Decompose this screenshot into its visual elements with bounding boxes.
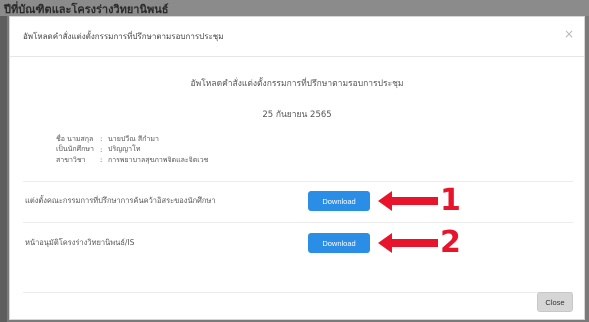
red-arrow-icon — [378, 233, 438, 253]
divider — [23, 181, 573, 182]
info-row-level: เป็นนักศึกษา : ปริญญาโท — [56, 145, 208, 156]
close-icon[interactable]: × — [564, 27, 574, 41]
red-arrow-icon — [378, 191, 438, 211]
upload-order-modal: อัพโหลดคำสั่งแต่งตั้งกรรมการที่ปรึกษาตาม… — [9, 16, 585, 320]
download-button-proposal-approval[interactable]: Download — [308, 233, 370, 253]
info-separator: : — [100, 145, 103, 154]
modal-header: อัพโหลดคำสั่งแต่งตั้งกรรมการที่ปรึกษาตาม… — [10, 17, 584, 57]
student-info: ชื่อ นามสกุล : นายปวีณ สีกำมา เป็นนักศึก… — [56, 134, 208, 166]
content-title: อัพโหลดคำสั่งแต่งตั้งกรรมการที่ปรึกษาตาม… — [190, 79, 404, 89]
info-separator: : — [100, 156, 103, 165]
info-label: เป็นนักศึกษา — [56, 145, 94, 154]
meeting-date: 25 กันยายน 2565 — [262, 110, 332, 120]
close-button[interactable]: Close — [537, 292, 573, 312]
info-row-major: สาขาวิชา : การพยาบาลสุขภาพจิตและจิตเวช — [56, 155, 208, 166]
info-label: ชื่อ นามสกุล — [56, 134, 94, 143]
backdrop-header: ปีที่บัณฑิตและโครงร่างวิทยานิพนธ์ — [0, 0, 589, 16]
row-label-proposal-approval: หน้าอนุมัติโครงร่างวิทยานิพนธ์/IS — [25, 238, 135, 247]
info-row-name: ชื่อ นามสกุล : นายปวีณ สีกำมา — [56, 134, 208, 145]
download-button-advisor-appointment[interactable]: Download — [308, 191, 370, 211]
footer-divider — [23, 292, 573, 293]
divider — [23, 222, 573, 223]
info-label: สาขาวิชา — [56, 155, 86, 164]
annotation-number: 1 — [440, 183, 461, 218]
info-separator: : — [100, 135, 103, 144]
info-value: ปริญญาโท — [108, 145, 141, 154]
row-label-advisor-appointment: แต่งตั้งคณะกรรมการที่ปรึกษาการค้นคว้าอิส… — [25, 196, 216, 205]
info-value: นายปวีณ สีกำมา — [108, 134, 159, 143]
info-value: การพยาบาลสุขภาพจิตและจิตเวช — [108, 155, 209, 164]
backdrop-left-edge — [0, 16, 7, 322]
modal-header-title: อัพโหลดคำสั่งแต่งตั้งกรรมการที่ปรึกษาตาม… — [23, 32, 224, 41]
annotation-number: 2 — [440, 225, 461, 260]
